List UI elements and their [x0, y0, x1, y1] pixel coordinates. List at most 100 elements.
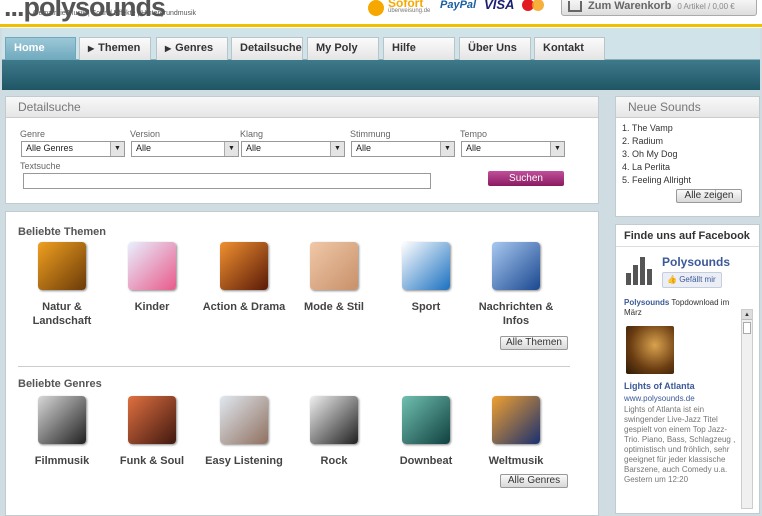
- facebook-scrollbar[interactable]: ▲: [741, 309, 753, 509]
- themes-tile-5[interactable]: Nachrichten & Infos: [470, 242, 562, 328]
- themes-tile-2[interactable]: Action & Drama: [198, 242, 290, 314]
- chevron-down-icon[interactable]: ▼: [110, 142, 124, 156]
- filter-select-4[interactable]: Alle ▼: [461, 141, 565, 157]
- themes-tile-0[interactable]: Natur & Landschaft: [16, 242, 108, 328]
- show-all-button[interactable]: Alle zeigen: [676, 189, 742, 203]
- saxophone-player-icon[interactable]: [626, 326, 674, 374]
- filter-value: Alle: [356, 143, 372, 153]
- filter-select-0[interactable]: Alle Genres ▼: [21, 141, 125, 157]
- genres-title: Beliebte Genres: [18, 378, 102, 390]
- filter-value: Alle: [246, 143, 262, 153]
- lounge-icon[interactable]: [402, 396, 450, 444]
- genres-tile-0[interactable]: Filmmusik: [16, 396, 108, 468]
- new-sound-item[interactable]: 3. Oh My Dog: [622, 149, 691, 162]
- afro-person-icon[interactable]: [128, 396, 176, 444]
- themes-tile-4[interactable]: Sport: [380, 242, 472, 314]
- genres-tile-1[interactable]: Funk & Soul: [106, 396, 198, 468]
- nav-item-0[interactable]: Home: [5, 37, 76, 60]
- genres-tile-4[interactable]: Downbeat: [380, 396, 472, 468]
- genres-tile-2[interactable]: Easy Listening: [198, 396, 290, 468]
- tile-label[interactable]: Filmmusik: [16, 454, 108, 468]
- tile-label[interactable]: Mode & Stil: [288, 300, 380, 314]
- new-sound-item[interactable]: 4. La Perlita: [622, 162, 691, 175]
- shopping-cart-icon: [568, 0, 582, 12]
- savanna-sunset-icon[interactable]: [38, 242, 86, 290]
- nav-item-4[interactable]: My Poly: [307, 37, 379, 60]
- post-time: Gestern um 12:20: [624, 475, 689, 484]
- clapperboard-icon[interactable]: [38, 396, 86, 444]
- themes-tile-1[interactable]: Kinder: [106, 242, 198, 314]
- tile-label[interactable]: Action & Drama: [198, 300, 290, 314]
- tile-label[interactable]: Natur & Landschaft: [16, 300, 108, 328]
- post-author[interactable]: Polysounds: [624, 298, 669, 307]
- new-sound-item[interactable]: 1. The Vamp: [622, 123, 691, 136]
- tile-label[interactable]: Weltmusik: [470, 454, 562, 468]
- themes-tile-3[interactable]: Mode & Stil: [288, 242, 380, 314]
- chevron-down-icon[interactable]: ▼: [550, 142, 564, 156]
- post-item-url[interactable]: www.polysounds.de: [624, 394, 695, 403]
- nav-item-label: Genres: [175, 42, 214, 54]
- genres-tile-5[interactable]: Weltmusik: [470, 396, 562, 468]
- nav-item-label: Themen: [98, 42, 141, 54]
- section-divider: [18, 366, 570, 367]
- surfer-icon[interactable]: [402, 242, 450, 290]
- tile-label[interactable]: Funk & Soul: [106, 454, 198, 468]
- new-sounds-title: Neue Sounds: [616, 97, 759, 118]
- genres-tile-3[interactable]: Rock: [288, 396, 380, 468]
- like-label: Gefällt mir: [679, 275, 716, 284]
- search-button[interactable]: Suchen: [488, 171, 564, 186]
- text-search-input[interactable]: [23, 173, 431, 189]
- tile-label[interactable]: Sport: [380, 300, 472, 314]
- filter-label-0: Genre: [20, 129, 46, 139]
- filter-select-3[interactable]: Alle ▼: [351, 141, 455, 157]
- facebook-page-name[interactable]: Polysounds: [662, 255, 730, 269]
- post-item-title[interactable]: Lights of Atlanta: [624, 381, 695, 391]
- eye-lashes-icon[interactable]: [310, 242, 358, 290]
- tile-label[interactable]: Kinder: [106, 300, 198, 314]
- nav-item-label: Über Uns: [468, 42, 517, 54]
- sofort-icon: [368, 0, 384, 16]
- pier-icon[interactable]: [220, 396, 268, 444]
- mastercard-icon: [522, 0, 545, 11]
- child-icon[interactable]: [128, 242, 176, 290]
- filter-select-2[interactable]: Alle ▼: [241, 141, 345, 157]
- nav-item-6[interactable]: Über Uns: [459, 37, 531, 60]
- all-genres-button[interactable]: Alle Genres: [500, 474, 568, 488]
- news-icon[interactable]: [492, 242, 540, 290]
- payment-logos: Sofort überweisung.de PayPal VISA: [368, 0, 545, 16]
- tile-label[interactable]: Easy Listening: [198, 454, 290, 468]
- detail-search-panel: Detailsuche Genre Alle Genres ▼ Version Alle…: [5, 96, 599, 204]
- scroll-up-icon[interactable]: ▲: [742, 310, 752, 320]
- tile-label[interactable]: Downbeat: [380, 454, 472, 468]
- like-button[interactable]: 👍 Gefällt mir: [662, 272, 722, 288]
- filter-label-4: Tempo: [460, 129, 488, 139]
- facebook-panel: Finde uns auf Facebook Polysounds 👍 Gefä…: [615, 224, 760, 514]
- filter-select-1[interactable]: Alle ▼: [131, 141, 239, 157]
- nav-item-1[interactable]: ▶ Themen: [79, 37, 151, 60]
- nav-item-3[interactable]: Detailsuche: [231, 37, 303, 60]
- arrow-right-icon: ▶: [165, 44, 172, 53]
- filter-label-1: Version: [130, 129, 161, 139]
- nav-item-7[interactable]: Kontakt: [534, 37, 605, 60]
- filter-value: Alle Genres: [26, 143, 74, 153]
- world-dancer-icon[interactable]: [492, 396, 540, 444]
- nav-item-2[interactable]: ▶ Genres: [156, 37, 228, 60]
- couple-fire-icon[interactable]: [220, 242, 268, 290]
- chevron-down-icon[interactable]: ▼: [440, 142, 454, 156]
- new-sound-item[interactable]: 2. Radium: [622, 136, 691, 149]
- chevron-down-icon[interactable]: ▼: [330, 142, 344, 156]
- cart-label: Zum Warenkorb: [588, 0, 672, 12]
- paypal-logo: PayPal: [440, 0, 477, 11]
- tile-label[interactable]: Rock: [288, 454, 380, 468]
- cart-button[interactable]: Zum Warenkorb 0 Artikel / 0,00 €: [561, 0, 757, 16]
- new-sound-item[interactable]: 5. Feeling Allright: [622, 175, 691, 188]
- all-themes-button[interactable]: Alle Themen: [500, 336, 568, 350]
- chevron-down-icon[interactable]: ▼: [224, 142, 238, 156]
- tile-label[interactable]: Nachrichten & Infos: [470, 300, 562, 328]
- rock-guitarist-icon[interactable]: [310, 396, 358, 444]
- new-sounds-list: 1. The Vamp 2. Radium 3. Oh My Dog 4. La Pe…: [622, 123, 691, 188]
- new-sounds-panel: Neue Sounds 1. The Vamp 2. Radium 3. Oh My…: [615, 96, 760, 217]
- nav-item-5[interactable]: Hilfe: [383, 37, 455, 60]
- scroll-thumb[interactable]: [743, 322, 751, 334]
- categories-panel: Beliebte Themen Natur & Landschaft Kinder…: [5, 211, 599, 516]
